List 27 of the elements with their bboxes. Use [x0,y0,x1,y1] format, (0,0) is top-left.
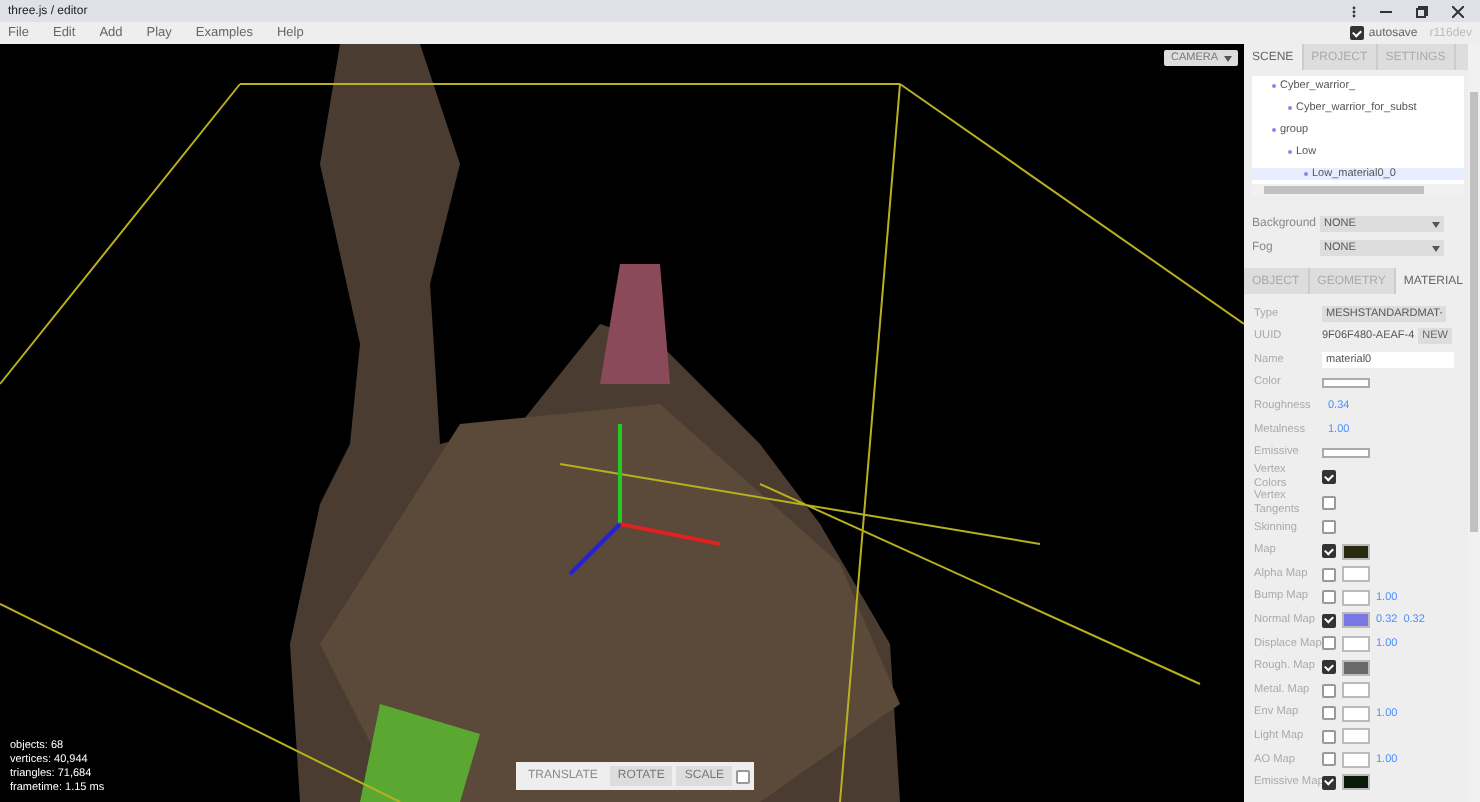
checkbox[interactable] [1322,729,1336,744]
checkbox[interactable] [1322,496,1336,511]
texture-thumbnail[interactable] [1342,659,1370,676]
color-swatch[interactable] [1322,447,1370,458]
checkbox[interactable] [1322,590,1336,605]
close-icon[interactable] [1452,5,1464,17]
checkbox[interactable] [1322,520,1336,535]
checkbox[interactable] [1322,706,1336,721]
texture-thumbnail[interactable] [1342,543,1370,560]
minimize-icon[interactable] [1380,5,1392,17]
texture-thumbnail[interactable] [1342,774,1370,791]
checkbox[interactable] [1322,567,1336,582]
checkbox[interactable] [1322,470,1336,485]
checkbox[interactable] [1322,613,1336,628]
checkbox[interactable] [1322,683,1336,698]
checkbox[interactable] [1322,660,1336,675]
checkbox[interactable] [1322,544,1336,559]
checkbox[interactable] [1322,752,1336,767]
texture-slot[interactable] [1342,728,1370,745]
color-swatch[interactable] [1322,378,1370,389]
restore-icon[interactable] [1416,5,1428,17]
texture-thumbnail[interactable] [1342,612,1370,629]
checkbox[interactable] [1322,775,1336,790]
autosave-checkbox[interactable] [1350,26,1365,40]
local-checkbox[interactable] [736,769,751,783]
texture-slot[interactable] [1342,705,1370,722]
checkbox[interactable] [1322,636,1336,651]
